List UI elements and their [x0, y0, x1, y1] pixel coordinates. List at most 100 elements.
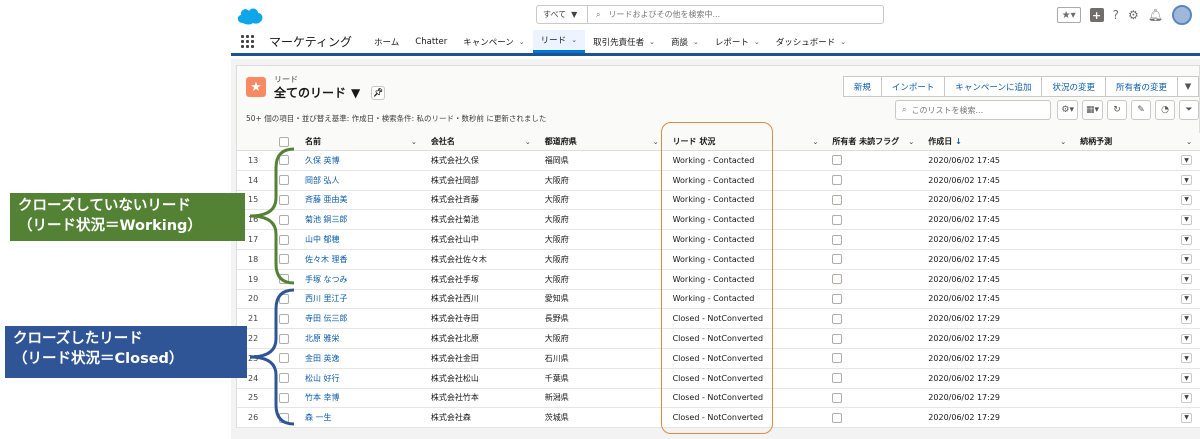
- created-date-cell: 2020/06/02 17:45: [928, 195, 1001, 205]
- inline-edit-pencil-icon[interactable]: ✎: [1131, 100, 1151, 120]
- created-date-cell: 2020/06/02 17:29: [928, 393, 1001, 403]
- company-cell: 株式会社山中: [430, 235, 479, 245]
- change-owner-button[interactable]: 所有者の変更: [1104, 76, 1178, 97]
- list-view-selector[interactable]: 全てのリード ▼ 📌︎: [274, 84, 386, 101]
- select-all-checkbox[interactable]: [278, 136, 289, 147]
- lead-name-link[interactable]: 森 一生: [305, 412, 332, 423]
- lead-name-link[interactable]: 斉藤 亜由美: [305, 194, 348, 205]
- unread-flag-cell: [826, 309, 922, 328]
- row-actions-dropdown-icon[interactable]: ▼: [1181, 373, 1193, 384]
- lead-name-link[interactable]: 北原 雅栄: [305, 333, 340, 344]
- nav-tab-campaigns[interactable]: キャンペーン ⌄: [455, 30, 532, 53]
- more-actions-icon[interactable]: ▼: [1177, 76, 1199, 97]
- row-actions-dropdown-icon[interactable]: ▼: [1181, 274, 1193, 285]
- nav-tab-dashboards[interactable]: ダッシュボード ⌄: [768, 30, 854, 53]
- row-actions-dropdown-icon[interactable]: ▼: [1181, 392, 1193, 403]
- lead-name-link[interactable]: 西川 里江子: [305, 293, 348, 304]
- list-search-input[interactable]: ⌕ このリストを検索...: [895, 100, 1051, 120]
- new-button[interactable]: 新規: [842, 76, 882, 97]
- help-icon[interactable]: ?: [1113, 8, 1119, 22]
- bell-icon[interactable]: 🔔︎: [1148, 8, 1163, 22]
- nav-tab-opportunities[interactable]: 商談 ⌄: [663, 30, 707, 53]
- chevron-down-icon[interactable]: ⌄: [840, 38, 846, 46]
- chevron-down-icon[interactable]: ⌄: [1186, 138, 1192, 146]
- chevron-down-icon[interactable]: ⌄: [519, 38, 525, 46]
- lead-name-link[interactable]: 松山 好行: [305, 373, 340, 384]
- column-header-company[interactable]: 会社名 ⌄: [425, 133, 539, 150]
- forecast-cell: ▼: [1074, 309, 1200, 328]
- column-header-created-date[interactable]: 作成日 ↓ ⌄: [922, 133, 1074, 150]
- global-actions-plus-icon[interactable]: +: [1089, 8, 1104, 22]
- row-actions-dropdown-icon[interactable]: ▼: [1181, 214, 1193, 225]
- chart-icon[interactable]: ◔: [1155, 100, 1175, 120]
- closed-callout-line2: （リード状況＝Closed）: [13, 351, 184, 367]
- favorites-star-icon[interactable]: ★▾: [1056, 7, 1081, 23]
- display-as-table-icon[interactable]: ▦▾: [1081, 100, 1103, 120]
- column-header-unread-flag[interactable]: 所有者 未読フラグ ⌄: [826, 133, 922, 150]
- row-actions-dropdown-icon[interactable]: ▼: [1181, 293, 1193, 304]
- forecast-cell: ▼: [1074, 250, 1200, 269]
- chevron-down-icon[interactable]: ⌄: [411, 138, 417, 146]
- column-header-prefecture[interactable]: 都道府県 ⌄: [539, 133, 667, 150]
- nav-tab-home[interactable]: ホーム: [366, 30, 407, 53]
- row-actions-dropdown-icon[interactable]: ▼: [1181, 313, 1193, 324]
- lead-name-link[interactable]: 岡部 弘人: [305, 175, 340, 186]
- forecast-cell: ▼: [1074, 230, 1200, 249]
- avatar[interactable]: [1172, 5, 1192, 25]
- nav-tab-contacts[interactable]: 取引先責任者 ⌄: [585, 30, 663, 53]
- chevron-down-icon[interactable]: ⌄: [693, 38, 699, 46]
- change-status-button[interactable]: 状況の変更: [1041, 76, 1106, 97]
- gear-icon[interactable]: ⚙: [1128, 8, 1139, 22]
- row-actions-dropdown-icon[interactable]: ▼: [1181, 353, 1193, 364]
- chevron-down-icon[interactable]: ⌄: [754, 38, 760, 46]
- row-actions-dropdown-icon[interactable]: ▼: [1181, 194, 1193, 205]
- unread-flag-cell: [826, 210, 922, 229]
- column-header-forecast[interactable]: 続柄予測 ⌄: [1074, 133, 1200, 150]
- lead-name-link[interactable]: 菊池 銅三郎: [305, 214, 348, 225]
- created-date-cell: 2020/06/02 17:45: [928, 274, 1001, 284]
- chevron-down-icon[interactable]: ⌄: [653, 138, 659, 146]
- closed-leads-callout: クローズしたリード （リード状況＝Closed）: [5, 326, 247, 378]
- refresh-icon[interactable]: ↻: [1107, 100, 1127, 120]
- lead-name-link[interactable]: 山中 郁穂: [305, 234, 340, 245]
- search-scope-select[interactable]: すべて ▼: [536, 5, 588, 24]
- lead-name-link[interactable]: 竹本 幸博: [305, 392, 340, 403]
- nav-tab-leads[interactable]: リード ⌄: [532, 30, 586, 53]
- lead-name-link[interactable]: 寺田 伝三郎: [305, 313, 348, 324]
- column-header-name[interactable]: 名前 ⌄: [297, 133, 425, 150]
- forecast-cell: ▼: [1074, 270, 1200, 289]
- chevron-down-icon[interactable]: ⌄: [649, 38, 655, 46]
- global-search-input[interactable]: ⌕ リードおよびその他を検索中...: [587, 5, 884, 24]
- row-actions-dropdown-icon[interactable]: ▼: [1181, 234, 1193, 245]
- list-settings-gear-icon[interactable]: ⚙▾: [1057, 100, 1078, 120]
- row-actions-dropdown-icon[interactable]: ▼: [1181, 333, 1193, 344]
- company-cell: 株式会社斉藤: [430, 195, 479, 205]
- salesforce-cloud-logo[interactable]: [235, 5, 265, 25]
- row-actions-dropdown-icon[interactable]: ▼: [1181, 412, 1193, 423]
- row-actions-dropdown-icon[interactable]: ▼: [1181, 175, 1193, 186]
- chevron-down-icon[interactable]: ⌄: [525, 138, 531, 146]
- filter-icon[interactable]: ⏷: [1179, 100, 1199, 120]
- lead-name-link[interactable]: 金田 英逸: [305, 353, 340, 364]
- chevron-down-icon[interactable]: ⌄: [813, 138, 819, 146]
- chevron-down-icon: ▼: [571, 10, 578, 19]
- working-leads-callout: クローズしていないリード （リード状況＝Working）: [10, 193, 245, 241]
- chevron-down-icon[interactable]: ⌄: [908, 138, 914, 146]
- chevron-down-icon[interactable]: ⌄: [1060, 138, 1066, 146]
- nav-tab-reports[interactable]: レポート ⌄: [707, 30, 768, 53]
- lead-name-link[interactable]: 佐々木 理香: [305, 254, 348, 265]
- company-cell: 株式会社手塚: [430, 274, 479, 284]
- pin-icon[interactable]: 📌︎: [371, 85, 386, 100]
- nav-tab-chatter[interactable]: Chatter: [407, 30, 455, 53]
- prefecture-cell: 大阪府: [544, 334, 569, 344]
- app-launcher-icon[interactable]: [241, 34, 255, 49]
- lead-name-link[interactable]: 手塚 なつみ: [305, 274, 348, 285]
- import-button[interactable]: インポート: [880, 76, 946, 97]
- lead-name-link[interactable]: 久保 英博: [305, 155, 340, 166]
- row-actions-dropdown-icon[interactable]: ▼: [1181, 155, 1193, 166]
- search-scope-label: すべて: [543, 10, 567, 19]
- row-actions-dropdown-icon[interactable]: ▼: [1181, 254, 1193, 265]
- unread-flag-checkbox: [832, 214, 843, 225]
- chevron-down-icon[interactable]: ⌄: [571, 36, 577, 44]
- add-to-campaign-button[interactable]: キャンペーンに追加: [944, 76, 1043, 97]
